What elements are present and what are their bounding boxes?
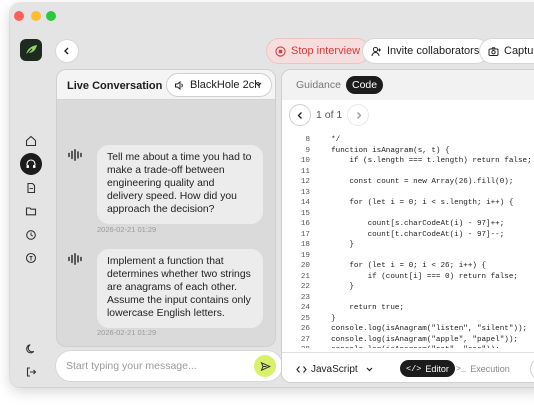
tab-guidance[interactable]: Guidance [290,76,347,94]
conversation-panel: Live Conversation BlackHole 2ch Tell me … [56,69,276,347]
back-button[interactable] [56,40,78,62]
next-page-button[interactable] [348,105,369,125]
camera-icon [488,46,499,56]
moon-icon[interactable] [20,338,42,360]
stop-icon [275,45,286,57]
logout-icon[interactable] [20,361,42,383]
home-icon[interactable] [20,130,42,152]
code-brackets-icon [296,365,307,373]
code-text: for (let i = 0; i < s.length; i++) { [322,199,514,207]
code-panel-tabs: Guidance Code [282,70,534,100]
code-text: return true; [322,304,405,312]
code-footer: JavaScript </> Editor >_ Execution [282,352,534,382]
code-text: console.log(isAnagram("rat", "car")); [322,346,500,348]
page-indicator: 1 of 1 [316,109,343,121]
send-button[interactable] [254,355,276,377]
message-timestamp: 2026-02-21 01:29 [97,328,157,337]
editor-mode-label: Editor [425,363,449,374]
code-text: const count = new Array(26).fill(0); [322,178,514,186]
capture-button[interactable]: Capture [480,39,534,63]
folder-icon[interactable] [20,200,42,222]
audio-device-label: BlackHole 2ch [190,79,261,91]
code-line: 28 console.log(isAnagram("rat", "car")); [282,344,500,348]
code-slash-icon: </> [406,363,422,374]
code-text: count[t.charCodeAt(i) - 97]--; [322,230,505,239]
message-input[interactable] [66,358,236,374]
help-icon[interactable] [20,247,42,269]
chevron-left-icon [64,47,69,55]
conversation-header: Live Conversation BlackHole 2ch [57,70,275,100]
message-composer [56,351,282,381]
code-text: } [322,241,354,249]
send-icon [260,361,271,371]
document-icon[interactable] [20,177,42,199]
execution-mode-label: Execution [470,363,510,374]
code-text: console.log(isAnagram("apple", "papel"))… [322,335,518,344]
chevron-left-icon [297,111,302,119]
chevron-down-icon [366,367,373,372]
history-icon[interactable] [20,224,42,246]
message-timestamp: 2026-02-21 01:29 [97,225,157,234]
close-window-button[interactable] [14,11,24,21]
chevron-down-icon [255,82,262,87]
capture-label: Capture [504,45,534,57]
line-number: 28 [282,344,310,348]
audio-waveform-icon [68,253,82,265]
previous-page-button[interactable] [290,105,310,125]
code-panel: Guidance Code 1 of 1 8 */9 function isAn… [281,69,534,383]
maximize-window-button[interactable] [46,11,56,21]
code-text: if (s.length === t.length) return false; [322,157,532,165]
app-window: Stop interview Invite collaborators Capt… [10,3,534,387]
code-text: for (let i = 0; i < 26; i++) { [322,262,487,270]
code-text: } [322,314,336,323]
language-label: JavaScript [311,363,358,375]
message-bubble: Implement a function that determines whe… [97,249,263,328]
code-text: } [322,283,354,291]
code-text: */ [322,136,341,144]
stop-interview-label: Stop interview [291,45,361,57]
tab-code[interactable]: Code [346,76,384,94]
pager: 1 of 1 [290,104,369,126]
title-bar [10,3,534,27]
audio-waveform-icon [68,149,82,161]
code-text: count[s.charCodeAt(i) - 97]++; [322,220,505,228]
language-select[interactable]: JavaScript [290,359,380,379]
execution-mode-button[interactable]: >_ Execution [450,360,516,377]
stop-interview-button[interactable]: Stop interview [267,39,370,63]
message-bubble: Tell me about a time you had to make a t… [97,145,263,224]
headphones-icon[interactable] [20,153,42,175]
code-text: function isAnagram(s, t) { [322,146,450,155]
leaf-logo-icon [20,39,42,61]
audio-device-select[interactable]: BlackHole 2ch [167,74,271,96]
editor-mode-button[interactable]: </> Editor [400,360,455,377]
terminal-icon: >_ [456,363,467,374]
chevron-right-icon [356,111,362,119]
minimize-window-button[interactable] [31,11,41,21]
conversation-title: Live Conversation [67,80,163,92]
code-editor[interactable]: 8 */9 function isAnagram(s, t) {10 if (s… [282,126,534,348]
code-text: if (count[i] === 0) return false; [322,272,518,281]
invite-collaborators-label: Invite collaborators [387,45,480,57]
invite-collaborators-button[interactable]: Invite collaborators [363,39,489,63]
speaker-icon [175,80,183,90]
code-text: console.log(isAnagram("listen", "silent"… [322,325,528,333]
user-plus-icon [371,46,381,56]
